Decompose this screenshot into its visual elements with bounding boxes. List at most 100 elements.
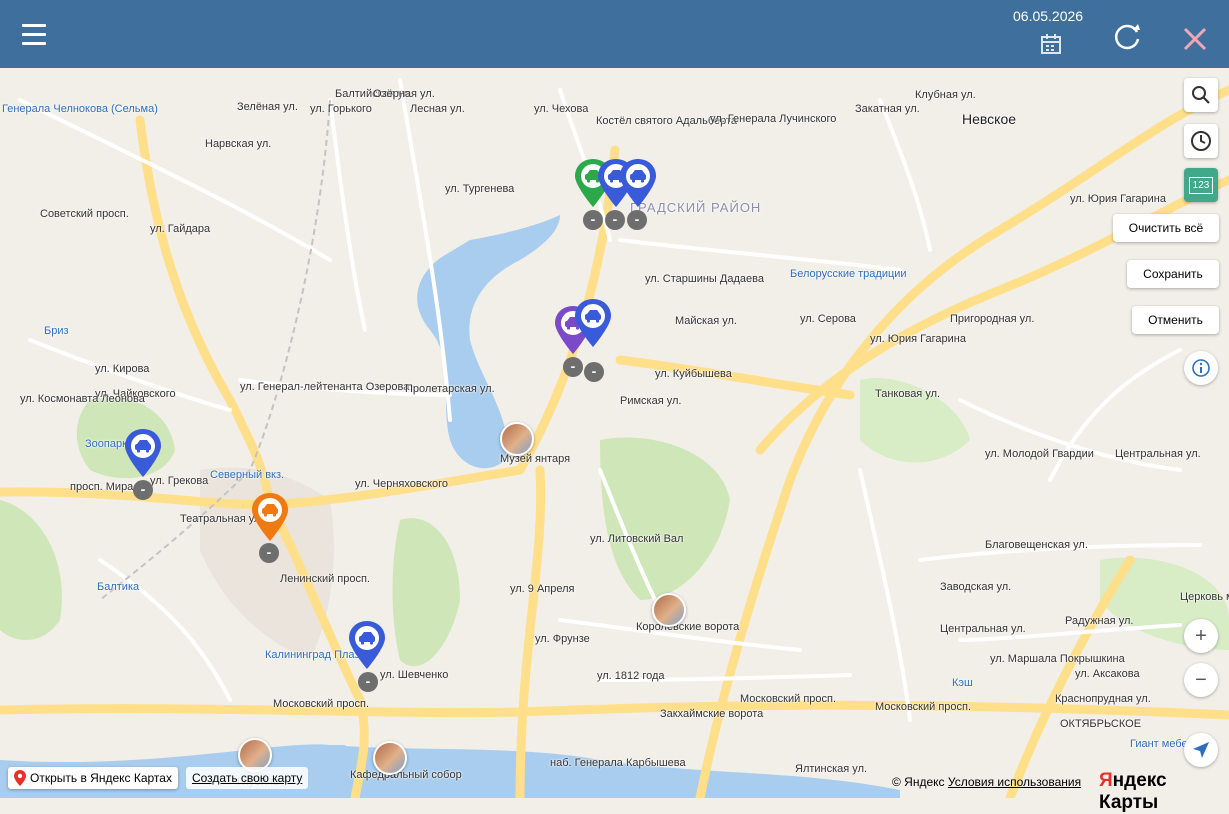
map-label: Зоопарк	[85, 438, 127, 450]
remove-pin-button[interactable]: -	[563, 357, 583, 377]
map-label: ул. Чехова	[534, 103, 589, 115]
map-label: ул. Юрия Гагарина	[1070, 193, 1166, 205]
map-label: Танковая ул.	[875, 388, 941, 400]
map-label: ул. Юрия Гагарина	[870, 333, 966, 345]
map-label: Невское	[962, 111, 1017, 127]
remove-pin-button[interactable]: -	[358, 672, 378, 692]
car-marker-icon	[252, 493, 288, 541]
map-label: Кэш	[952, 677, 973, 689]
car-marker-icon	[349, 621, 385, 669]
terms-link[interactable]: Условия использования	[948, 775, 1081, 789]
map-pin[interactable]	[347, 620, 387, 670]
top-bar: 06.05.2026	[0, 0, 1229, 68]
refresh-icon[interactable]	[1111, 20, 1143, 52]
map-label: ул. Куйбышева	[655, 368, 732, 380]
map-label: ул. Космонавта Леонова	[20, 393, 145, 405]
map-label: Королевские ворота	[636, 621, 740, 633]
traffic-toggle[interactable]: 123	[1184, 168, 1218, 202]
landmark-photo-icon[interactable]	[500, 422, 534, 456]
map-label: ул. Генерала Лучинского	[710, 113, 837, 125]
map-label: Пригородная ул.	[950, 313, 1035, 325]
map-label: Благовещенская ул.	[985, 539, 1088, 551]
footer-links: Открыть в Яндекс Картах Создать свою кар…	[8, 767, 309, 789]
map-label: Клубная ул.	[915, 89, 976, 101]
map-label: ул. 9 Апреля	[510, 583, 575, 595]
map-label: Римская ул.	[620, 395, 682, 407]
close-icon[interactable]	[1182, 26, 1208, 52]
map-label: Генерала Челнокова (Сельма)	[2, 103, 158, 115]
map-label: Бриз	[44, 325, 69, 337]
copyright: © Яндекс Условия использования	[892, 775, 1081, 789]
current-date: 06.05.2026	[1013, 8, 1084, 24]
map-label: Заводская ул.	[940, 581, 1012, 593]
map-label: ул. Кирова	[95, 363, 150, 375]
remove-pin-button[interactable]: -	[133, 480, 153, 500]
map-pin[interactable]	[573, 298, 613, 348]
map-label: просп. Мира	[70, 481, 134, 493]
navigation-arrow-icon	[1193, 742, 1209, 758]
map-label: ул. Фрунзе	[535, 633, 590, 645]
cancel-button[interactable]: Отменить	[1132, 306, 1219, 334]
car-marker-icon	[620, 159, 656, 207]
map-pin[interactable]	[618, 158, 658, 208]
map-label: Ялтинская ул.	[795, 763, 868, 775]
remove-pin-button[interactable]: -	[583, 210, 603, 230]
map-label: ОКТЯБРЬСКОЕ	[1060, 718, 1142, 730]
info-icon	[1192, 359, 1210, 377]
map-marker-icon	[14, 770, 26, 786]
calendar-icon[interactable]	[1040, 33, 1062, 55]
map-label: ул. Горького	[310, 103, 372, 115]
map-label: Закатная ул.	[855, 103, 920, 115]
map-label: ул. Тургенева	[445, 183, 515, 195]
map-label: Лесная ул.	[410, 103, 465, 115]
map-label: Радужная ул.	[1065, 615, 1134, 627]
remove-pin-button[interactable]: -	[605, 210, 625, 230]
map-canvas[interactable]: Генерала Челнокова (Сельма) ул. Гайдара Со…	[0, 68, 1229, 798]
menu-icon[interactable]	[22, 24, 46, 46]
car-marker-icon	[575, 299, 611, 347]
map-label: Нарвская ул.	[205, 138, 272, 150]
map-label: наб. Генерала Карбышева	[550, 757, 686, 769]
map-label: Балтика	[97, 581, 140, 593]
save-button[interactable]: Сохранить	[1127, 260, 1219, 288]
map-label: ул. Литовский Вал	[590, 533, 684, 545]
map-label: ул. Старшины Дадаева	[645, 273, 764, 285]
clear-all-button[interactable]: Очистить всё	[1113, 214, 1219, 242]
map-label: Майская ул.	[675, 315, 737, 327]
map-label: Краснопрудная ул.	[1055, 693, 1151, 705]
map-label: ул. Молодой Гвардии	[985, 448, 1094, 460]
remove-pin-button[interactable]: -	[259, 543, 279, 563]
landmark-photo-icon[interactable]	[373, 741, 407, 775]
map-label: Центральная ул.	[1115, 448, 1201, 460]
map-label: Московский просп.	[875, 701, 972, 713]
map-label: ул. Аксакова	[1075, 668, 1140, 680]
open-in-yandex-label: Открыть в Яндекс Картах	[30, 771, 172, 785]
remove-pin-button[interactable]: -	[584, 362, 604, 382]
remove-pin-button[interactable]: -	[627, 210, 647, 230]
map-label: Центральная ул.	[940, 623, 1026, 635]
open-in-yandex-button[interactable]: Открыть в Яндекс Картах	[8, 767, 178, 789]
map-pin[interactable]	[250, 492, 290, 542]
search-button[interactable]	[1184, 78, 1218, 112]
map-label: Церковь мученицы Ли	[1180, 591, 1229, 603]
map-label: Пролетарская ул.	[405, 383, 495, 395]
clock-icon	[1191, 131, 1211, 151]
map-label: Зелёная ул.	[237, 101, 298, 113]
zoom-out-button[interactable]: −	[1184, 663, 1218, 697]
map-label: ул. 1812 года	[597, 670, 665, 682]
yandex-maps-logo: Яндекс Карты	[1099, 770, 1167, 813]
map-label: Московский просп.	[740, 693, 837, 705]
info-button[interactable]	[1184, 351, 1218, 385]
copyright-text: © Яндекс	[892, 775, 945, 789]
create-map-link[interactable]: Создать свою карту	[185, 767, 309, 789]
map-label: Северный вкз.	[210, 469, 285, 481]
traffic-badge: 123	[1188, 176, 1214, 194]
map-label: Советский просп.	[40, 208, 129, 220]
geolocation-button[interactable]	[1184, 733, 1218, 767]
map-pin[interactable]	[123, 428, 163, 478]
history-button[interactable]	[1184, 124, 1218, 158]
zoom-in-button[interactable]: +	[1184, 619, 1218, 653]
landmark-photo-icon[interactable]	[652, 593, 686, 627]
map-label: ул. Маршала Покрышкина	[990, 653, 1125, 665]
map-label: Озёрная ул.	[373, 88, 435, 100]
